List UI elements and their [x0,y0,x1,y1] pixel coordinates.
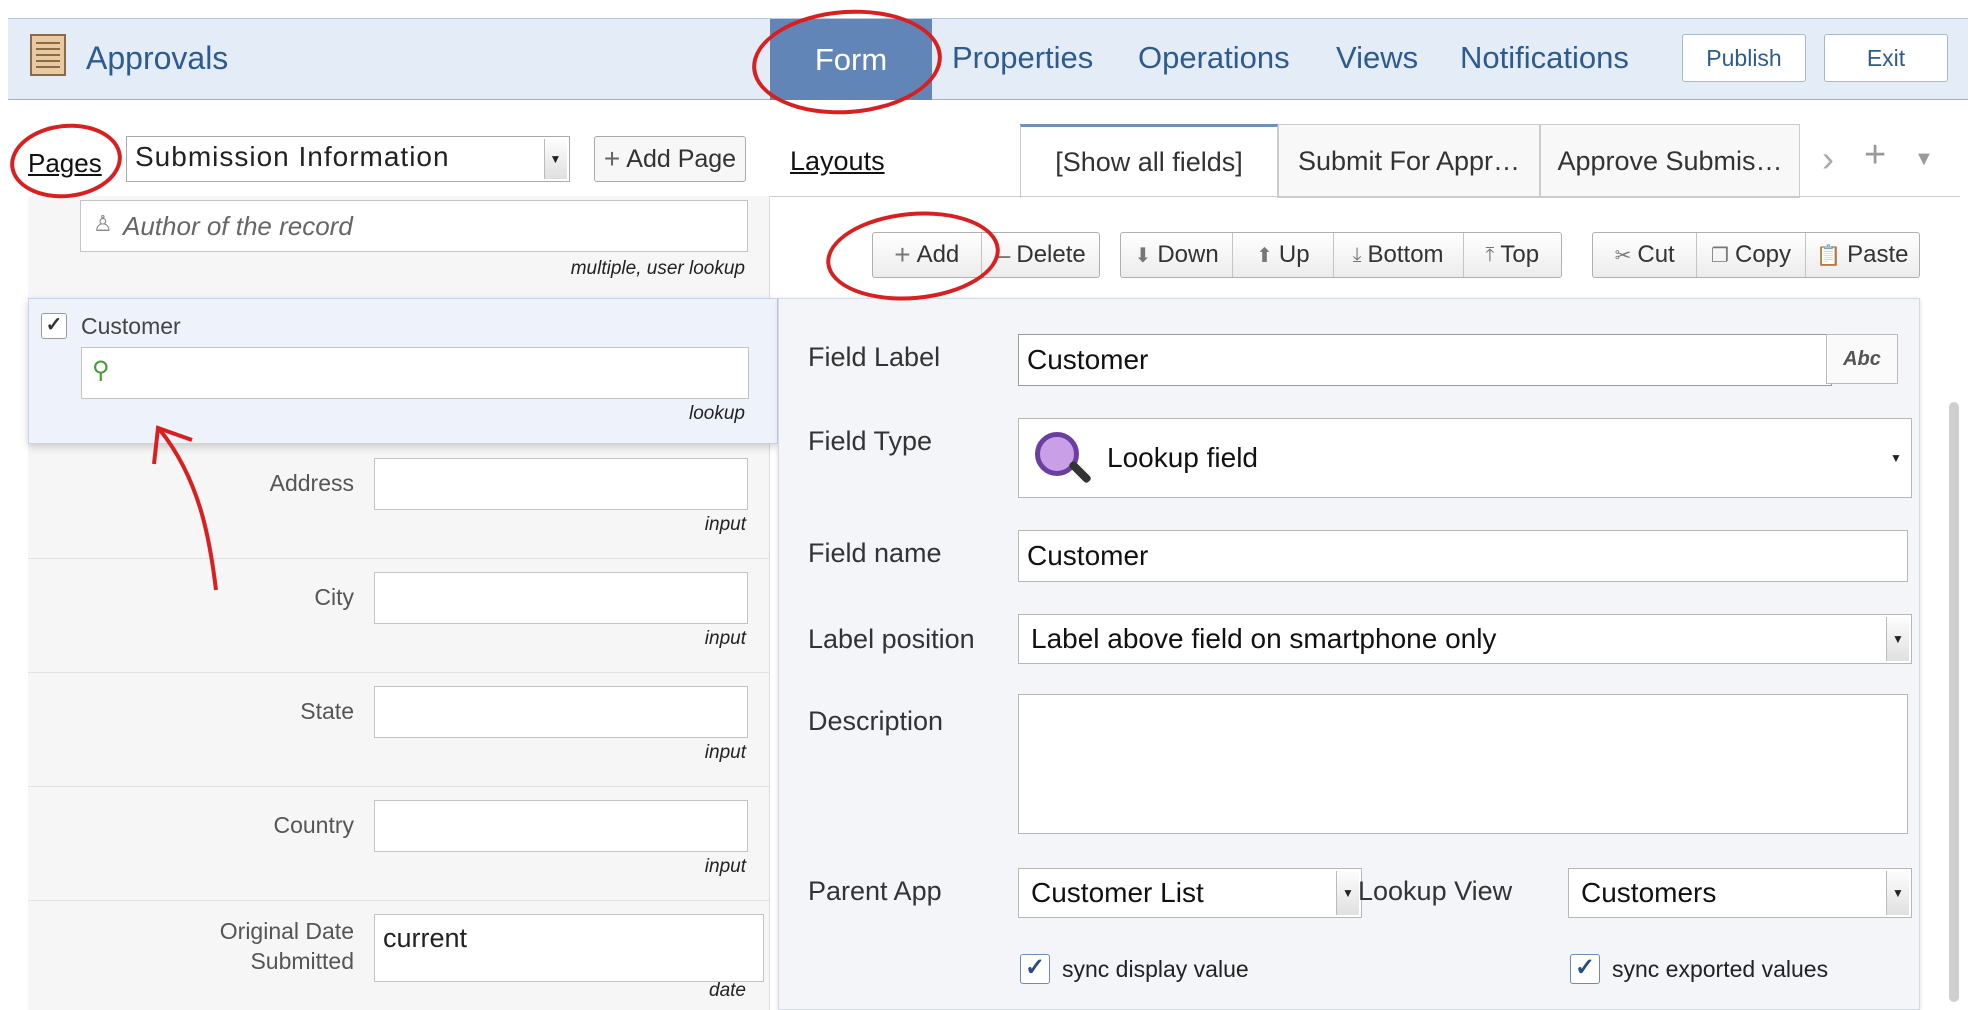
field-label-label: Field Label [808,342,941,372]
customer-lookup-input[interactable]: ⚲ [81,347,749,399]
state-row: State input [28,672,770,787]
move-group: ⬇ Down ⬆ Up ⤓ Bottom ⤒ Top [1120,232,1562,278]
tab-views[interactable]: Views [1336,40,1418,76]
bottom-button[interactable]: ⤓ Bottom [1334,233,1464,277]
chevron-down-icon[interactable]: ▼ [1914,148,1934,171]
page-select-value: Submission Information [135,141,450,172]
author-hint: multiple, user lookup [570,258,745,279]
sync-display-checkbox[interactable]: ✓ [1020,954,1050,984]
publish-button[interactable]: Publish [1682,34,1806,82]
plus-icon: + [603,143,621,174]
country-label: Country [273,812,354,838]
chevron-down-icon: ▼ [1886,617,1909,661]
user-icon: ♙ [93,211,113,236]
search-icon: ⚲ [92,357,110,384]
city-hint: input [704,628,746,649]
original-date-label: Original Date Submitted [219,918,354,974]
address-hint: input [704,514,746,535]
annotation-arrow [152,425,218,591]
label-position-label: Label position [808,624,975,654]
app-title: Approvals [86,40,229,76]
arrow-up-icon: ⬆ [1256,244,1273,267]
chevron-down-icon: ▼ [1890,451,1902,465]
original-date-input[interactable]: current [374,914,764,982]
clipboard-group: ✂ Cut ❐ Copy 📋 Paste [1592,232,1920,278]
field-name-input[interactable]: Customer [1018,530,1908,582]
exit-button[interactable]: Exit [1824,34,1948,82]
description-textarea[interactable] [1018,694,1908,834]
field-type-select[interactable]: Lookup field ▼ [1018,418,1912,498]
arrow-to-bottom-icon: ⤓ [1352,243,1362,266]
state-label: State [300,698,354,724]
add-page-button[interactable]: + Add Page [594,136,746,182]
country-hint: input [704,856,746,877]
clipboard-icon: 📋 [1816,244,1842,267]
cut-button[interactable]: ✂ Cut [1593,233,1698,277]
customer-select-checkbox[interactable]: ✓ [41,313,67,339]
sync-display-label: sync display value [1062,956,1249,982]
state-hint: input [704,742,746,763]
author-field[interactable]: ♙ Author of the record [80,200,748,252]
copy-button[interactable]: ❐ Copy [1697,233,1806,277]
author-placeholder: Author of the record [123,211,353,241]
layout-tab-submit[interactable]: Submit For Appr… [1278,124,1540,198]
customer-hint: lookup [689,403,745,424]
text-format-button[interactable]: Abc [1826,334,1898,384]
description-label: Description [808,706,944,736]
original-date-row: Original Date Submitted current date [28,900,770,1010]
divider [770,196,1960,197]
annotation-circle-add [822,204,1004,308]
paste-button[interactable]: 📋 Paste [1806,233,1919,277]
top-button[interactable]: ⤒ Top [1464,233,1561,277]
lookup-view-select[interactable]: Customers ▼ [1568,868,1912,918]
up-button[interactable]: ⬆ Up [1233,233,1334,277]
city-label: City [314,584,354,610]
lookup-view-label: Lookup View [1358,876,1513,906]
scrollbar-thumb[interactable] [1949,402,1959,1002]
page-select[interactable]: Submission Information ▼ [126,136,570,182]
copy-icon: ❐ [1711,244,1729,267]
label-position-select[interactable]: Label above field on smartphone only ▼ [1018,614,1912,664]
add-page-label: Add Page [626,144,737,173]
parent-app-select[interactable]: Customer List ▼ [1018,868,1362,918]
down-button[interactable]: ⬇ Down [1121,233,1234,277]
field-name-label: Field name [808,538,942,568]
address-label: Address [269,470,354,496]
tab-notifications[interactable]: Notifications [1460,40,1629,76]
magnifier-icon [1031,428,1093,488]
field-type-label: Field Type [808,426,933,456]
app-icon [30,34,66,76]
chevron-down-icon: ▼ [1886,871,1909,915]
country-input[interactable] [374,800,748,852]
arrow-to-top-icon: ⤒ [1485,243,1495,266]
layouts-link[interactable]: Layouts [790,146,885,177]
chevron-right-icon[interactable]: › [1822,138,1834,180]
scissors-icon: ✂ [1614,244,1632,267]
chevron-down-icon: ▼ [1336,871,1359,915]
layout-tab-approve[interactable]: Approve Submis… [1540,124,1800,198]
parent-app-label: Parent App [808,876,942,906]
sync-exported-checkbox[interactable]: ✓ [1570,954,1600,984]
address-input[interactable] [374,458,748,510]
customer-label: Customer [81,313,181,339]
annotation-circle-pages [6,118,126,204]
tab-properties[interactable]: Properties [952,40,1093,76]
state-input[interactable] [374,686,748,738]
tab-operations[interactable]: Operations [1138,40,1290,76]
field-label-input[interactable]: Customer [1018,334,1832,386]
country-row: Country input [28,786,770,901]
city-input[interactable] [374,572,748,624]
plus-icon[interactable]: + [1864,134,1886,177]
sync-exported-label: sync exported values [1612,956,1829,982]
layout-tab-show-all[interactable]: [Show all fields] [1020,124,1278,198]
arrow-down-icon: ⬇ [1134,244,1152,267]
chevron-down-icon: ▼ [544,139,567,179]
original-date-hint: date [709,980,746,1001]
